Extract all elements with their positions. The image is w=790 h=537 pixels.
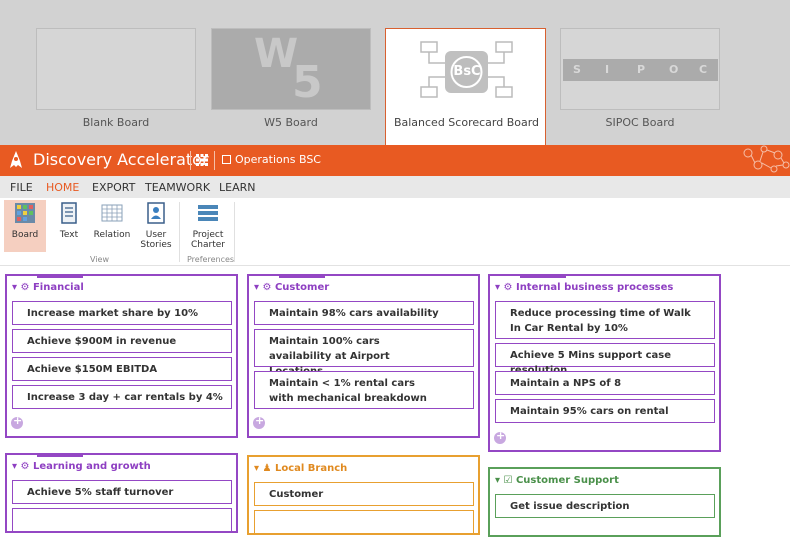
column-header[interactable]: ▾ ⚙ Learning and growth [12, 461, 151, 472]
column-header[interactable]: ▾ ⚙ Internal business processes [495, 282, 673, 293]
text-button-label: Text [59, 230, 79, 240]
card[interactable]: Maintain 95% cars on rental [495, 399, 715, 423]
column-header[interactable]: ▾ ⚙ Financial [12, 282, 84, 293]
template-blank-thumb[interactable] [36, 28, 196, 110]
column-tab [520, 274, 566, 278]
sipoc-p: P [637, 63, 646, 76]
menu-home[interactable]: HOME [46, 181, 79, 194]
column-customer: ▾ ⚙ Customer Maintain 98% cars availabil… [247, 274, 480, 438]
template-w5-thumb[interactable]: W 5 [211, 28, 371, 110]
group-icon: ⚙ [262, 282, 272, 293]
column-title: Customer Support [515, 475, 619, 486]
sipoc-o: O [669, 63, 679, 76]
ribbon-toolbar: Board Text Relation User Stories Project… [0, 198, 790, 266]
text-view-button[interactable]: Text [52, 200, 86, 252]
template-strip: Blank Board W 5 W5 Board BsC Balanced Sc… [0, 0, 790, 145]
card[interactable]: Get issue description [495, 494, 715, 518]
add-card-icon[interactable] [494, 429, 506, 444]
template-bsc-label[interactable]: Balanced Scorecard Board [386, 116, 547, 129]
checkbox-icon: ☑ [503, 475, 513, 486]
template-bsc-selected[interactable]: BsC Balanced Scorecard Board [385, 28, 546, 145]
apps-grid-icon[interactable] [196, 154, 208, 166]
card[interactable]: Maintain 98% cars availability [254, 301, 474, 325]
card[interactable]: Achieve $150M EBITDA [12, 357, 232, 381]
view-group-label: View [90, 255, 109, 264]
save-icon [222, 155, 231, 164]
board-button-label: Board [11, 230, 39, 240]
board-name[interactable]: Operations BSC [222, 153, 321, 166]
template-blank-label[interactable]: Blank Board [36, 116, 196, 129]
column-title: Local Branch [274, 463, 348, 474]
card[interactable]: Maintain < 1% rental cars with mechanica… [254, 371, 474, 409]
column-tab [279, 274, 325, 278]
card[interactable]: Achieve $900M in revenue [12, 329, 232, 353]
document-icon [61, 202, 77, 224]
menu-teamwork[interactable]: TEAMWORK [145, 181, 210, 194]
w5-five-glyph: 5 [292, 57, 323, 108]
template-sipoc-thumb[interactable]: S I P O C [560, 28, 720, 110]
column-tab [37, 453, 83, 457]
card-partial[interactable] [254, 510, 474, 534]
add-card-icon[interactable] [253, 414, 265, 429]
relation-button-label: Relation [93, 230, 131, 240]
add-card-icon[interactable] [11, 414, 23, 429]
group-icon: ⚙ [20, 282, 30, 293]
ribbon-separator-2 [234, 202, 235, 262]
sipoc-i: I [605, 63, 610, 76]
board-view-button[interactable]: Board [4, 200, 46, 252]
group-icon: ⚙ [20, 461, 30, 472]
board-grid-icon [15, 203, 35, 223]
column-learning-and-growth: ▾ ⚙ Learning and growth Achieve 5% staff… [5, 453, 238, 533]
main-menu: FILE HOME EXPORT TEAMWORK LEARN [0, 176, 790, 198]
card[interactable]: Achieve 5% staff turnover [12, 480, 232, 504]
card[interactable]: Increase 3 day + car rentals by 4% [12, 385, 232, 409]
column-customer-support: ▾ ☑ Customer Support Get issue descripti… [488, 467, 721, 537]
column-title: Customer [274, 282, 330, 293]
menu-learn[interactable]: LEARN [219, 181, 255, 194]
user-stories-button-label: User Stories [140, 230, 172, 250]
header-divider [190, 151, 191, 170]
column-header[interactable]: ▾ ☑ Customer Support [495, 475, 619, 486]
charter-lines-icon [198, 205, 218, 221]
header-divider-2 [214, 151, 215, 170]
table-icon [101, 204, 123, 222]
sipoc-s: S [573, 63, 582, 76]
column-internal-business-processes: ▾ ⚙ Internal business processes Reduce p… [488, 274, 721, 452]
project-charter-button-label: Project Charter [191, 230, 225, 250]
column-financial: ▾ ⚙ Financial Increase market share by 1… [5, 274, 238, 438]
person-icon: ♟ [262, 463, 272, 474]
column-title: Internal business processes [515, 282, 674, 293]
sipoc-c: C [699, 63, 708, 76]
card-partial[interactable] [12, 508, 232, 532]
menu-export[interactable]: EXPORT [92, 181, 135, 194]
ribbon-separator [179, 202, 180, 262]
relation-view-button[interactable]: Relation [92, 200, 132, 252]
template-sipoc-label[interactable]: SIPOC Board [560, 116, 720, 129]
user-stories-button[interactable]: User Stories [138, 200, 174, 252]
card[interactable]: Maintain 100% cars availability at Airpo… [254, 329, 474, 377]
app-title: Discovery Accelerator [33, 150, 209, 169]
card[interactable]: Reduce processing time of Walk In Car Re… [495, 301, 715, 339]
board-name-text: Operations BSC [235, 153, 321, 166]
column-header[interactable]: ▾ ♟ Local Branch [254, 463, 347, 474]
column-title: Financial [32, 282, 84, 293]
column-header[interactable]: ▾ ⚙ Customer [254, 282, 329, 293]
app-header: Discovery Accelerator Operations BSC [0, 145, 790, 176]
template-w5-label[interactable]: W5 Board [211, 116, 371, 129]
project-charter-button[interactable]: Project Charter [186, 200, 230, 252]
bsc-center-text: BsC [453, 64, 481, 79]
card[interactable]: Increase market share by 10% [12, 301, 232, 325]
menu-file[interactable]: FILE [10, 181, 33, 194]
column-title: Learning and growth [32, 461, 151, 472]
network-decoration-icon [743, 145, 790, 173]
group-icon: ⚙ [503, 282, 513, 293]
card[interactable]: Customer [254, 482, 474, 506]
column-local-branch: ▾ ♟ Local Branch Customer [247, 455, 480, 535]
user-card-icon [147, 202, 165, 224]
rocket-logo-icon [10, 151, 22, 168]
card[interactable]: Achieve 5 Mins support case resolution [495, 343, 715, 376]
card[interactable]: Maintain a NPS of 8 [495, 371, 715, 395]
column-tab [37, 274, 83, 278]
preferences-group-label: Preferences [187, 255, 235, 264]
